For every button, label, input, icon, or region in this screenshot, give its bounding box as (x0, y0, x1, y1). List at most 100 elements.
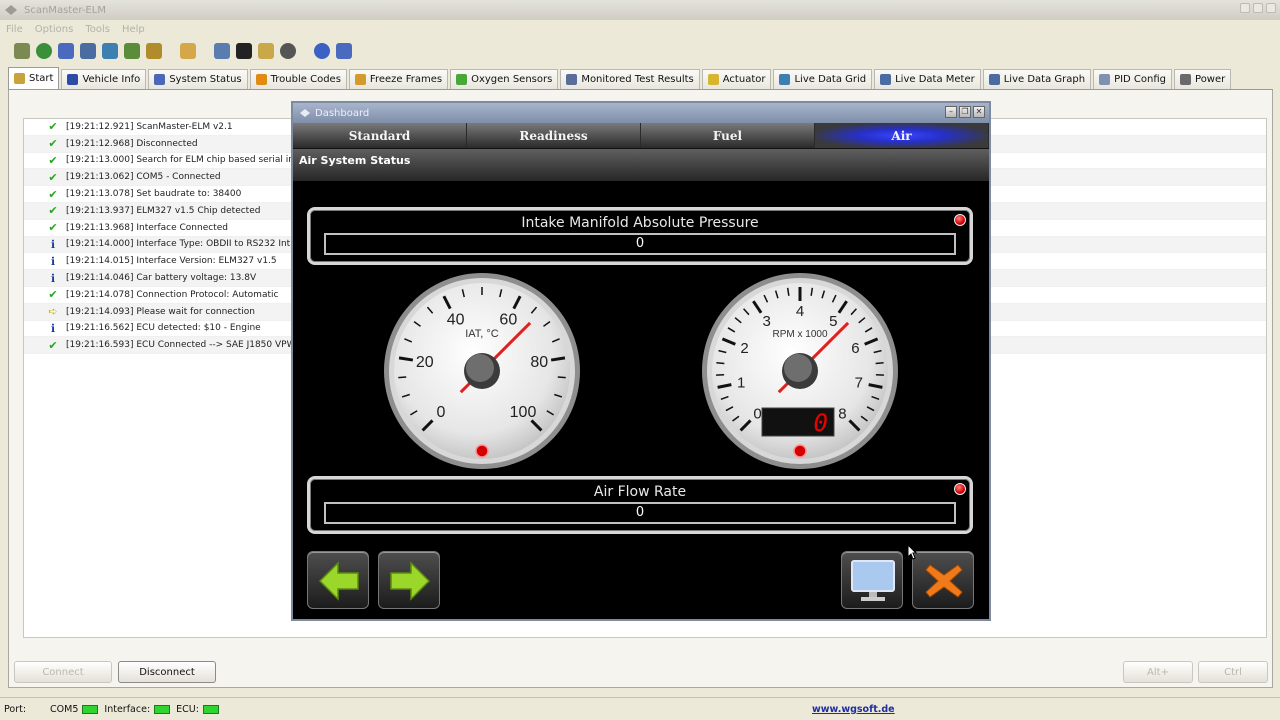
chart-icon (154, 74, 166, 85)
menu-options[interactable]: Options (35, 24, 74, 35)
gauge-tick-label: 4 (796, 303, 804, 320)
grid-icon (779, 74, 791, 85)
gauge-hub-highlight (784, 354, 812, 382)
close-icon (925, 564, 963, 598)
tab-freeze-frames[interactable]: Freeze Frames (348, 69, 449, 89)
gauge-tick-label: 80 (530, 354, 548, 371)
gauge-icon[interactable] (280, 43, 296, 59)
check-icon: ✔ (48, 288, 58, 302)
info-icon: ℹ (50, 321, 56, 335)
tab-start[interactable]: Start (8, 67, 60, 89)
snowflake-icon (354, 74, 366, 85)
snowflake-icon[interactable] (180, 43, 196, 59)
globe-icon[interactable] (36, 43, 52, 59)
window-title: ScanMaster-ELM (24, 4, 106, 16)
wrench-icon (14, 73, 25, 84)
check-icon: ✔ (48, 187, 58, 201)
chart-icon[interactable] (80, 43, 96, 59)
grid-icon[interactable] (102, 43, 118, 59)
menu-file[interactable]: File (6, 24, 23, 35)
gauge-tick-label: 3 (762, 313, 770, 330)
power-icon (1180, 74, 1192, 85)
dashboard-icon (300, 109, 310, 117)
maf-label: Air Flow Rate (593, 484, 687, 500)
menu-bar: File Options Tools Help (0, 20, 145, 38)
tab-monitored-test-results[interactable]: Monitored Test Results (560, 69, 700, 89)
dashboard-tabbar: Standard Readiness Fuel Air (293, 123, 989, 149)
tab-live-data-meter[interactable]: Live Data Meter (874, 69, 981, 89)
gauge-tick-label: 6 (851, 340, 859, 357)
tab-standard[interactable]: Standard (293, 123, 467, 148)
gauge-tick-label: 2 (740, 340, 748, 357)
tab-fuel[interactable]: Fuel (641, 123, 815, 148)
map-panel: Intake Manifold Absolute Pressure 0 (307, 207, 973, 265)
gauge-tick-label: 0 (437, 404, 446, 421)
interface-label: Interface: (104, 703, 151, 715)
connect-button[interactable]: Connect (14, 661, 112, 683)
tab-power[interactable]: Power (1174, 69, 1232, 89)
tab-oxygen-sensors[interactable]: Oxygen Sensors (450, 69, 559, 89)
port-status-led (82, 704, 99, 714)
menu-tools[interactable]: Tools (85, 24, 110, 35)
meter-icon (880, 74, 892, 85)
help-icon[interactable] (314, 43, 330, 59)
disconnect-button[interactable]: Disconnect (118, 661, 216, 683)
check-icon: ✔ (48, 204, 58, 218)
map-value: 0 (324, 233, 956, 255)
maximize-button[interactable] (1253, 3, 1263, 13)
graph-icon (988, 74, 1000, 85)
minimize-button[interactable] (1240, 3, 1250, 13)
monitor-icon[interactable] (236, 43, 252, 59)
tab-actuator[interactable]: Actuator (701, 69, 772, 89)
about-icon[interactable] (336, 43, 352, 59)
gauge-tick-label: 100 (510, 404, 537, 421)
tab-live-data-grid[interactable]: Live Data Grid (773, 69, 873, 89)
rpm-digital-value: 0 (814, 409, 828, 437)
arrow-left-icon (318, 561, 359, 601)
map-status-led (954, 214, 966, 226)
dashboard-restore-button[interactable]: ❐ (959, 106, 971, 118)
dashboard-title-bar: Dashboard – ❐ ✕ (293, 103, 989, 123)
tab-live-data-graph[interactable]: Live Data Graph (982, 69, 1092, 89)
tab-pid-config[interactable]: PID Config (1093, 69, 1173, 89)
wrench-icon[interactable] (14, 43, 30, 59)
fullscreen-button[interactable] (841, 551, 903, 609)
close-button[interactable] (1266, 3, 1276, 13)
rpm-gauge: 012345678RPM x 10000 (702, 273, 898, 469)
close-dashboard-button[interactable] (912, 551, 974, 609)
alt-button[interactable]: Alt+ (1123, 661, 1193, 683)
main-tabbar: Start Vehicle Info System Status Trouble… (8, 67, 1273, 90)
sensor-icon[interactable] (124, 43, 140, 59)
info-icon: ℹ (50, 271, 56, 285)
tab-readiness[interactable]: Readiness (467, 123, 641, 148)
next-button[interactable] (378, 551, 440, 609)
actuator-icon (707, 74, 719, 85)
gauge-tick-label: 60 (499, 311, 517, 328)
section-title: Air System Status (293, 149, 989, 181)
maf-status-led (954, 483, 966, 495)
gauge-tick-label: 7 (855, 375, 863, 392)
tab-trouble-codes[interactable]: Trouble Codes (249, 69, 347, 89)
info-icon[interactable] (58, 43, 74, 59)
arrow-right-icon: ➪ (48, 305, 58, 319)
sensor-icon (456, 74, 468, 85)
map-label: Intake Manifold Absolute Pressure (521, 215, 759, 231)
menu-help[interactable]: Help (122, 24, 145, 35)
dashboard-close-button[interactable]: ✕ (973, 106, 985, 118)
info-icon: ℹ (50, 254, 56, 268)
tab-system-status[interactable]: System Status (148, 69, 248, 89)
graph-icon[interactable] (214, 43, 230, 59)
previous-button[interactable] (307, 551, 369, 609)
battery-icon[interactable] (258, 43, 274, 59)
website-link[interactable]: www.wgsoft.de (812, 704, 895, 715)
dashboard-minimize-button[interactable]: – (945, 106, 957, 118)
gauge-tick-label: 40 (447, 311, 465, 328)
port-value: COM5 (50, 703, 79, 715)
dollar-icon[interactable] (146, 43, 162, 59)
gauge-led (793, 444, 807, 458)
interface-status-led (154, 704, 171, 714)
tab-vehicle-info[interactable]: Vehicle Info (61, 69, 147, 89)
info-icon: ℹ (50, 237, 56, 251)
ctrl-button[interactable]: Ctrl (1198, 661, 1268, 683)
tab-air[interactable]: Air (815, 123, 989, 148)
